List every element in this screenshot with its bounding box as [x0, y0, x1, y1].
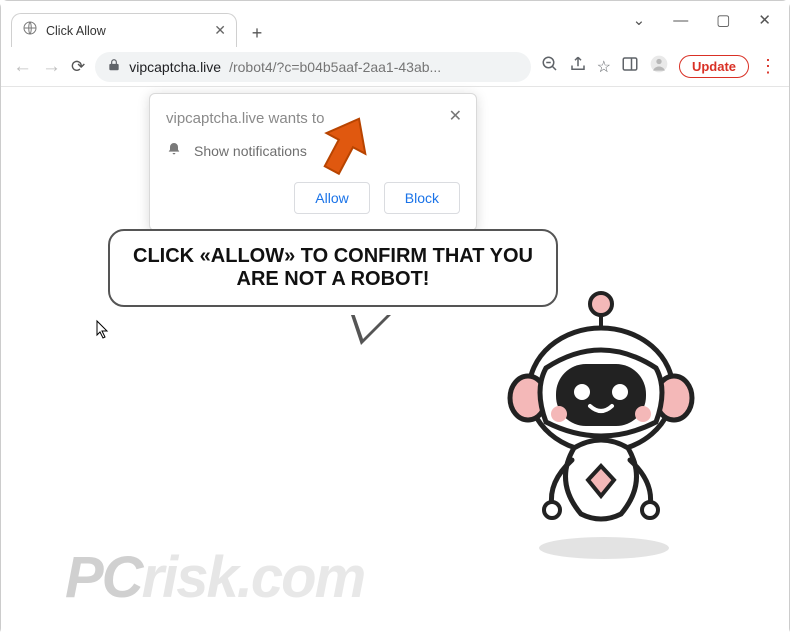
lock-icon	[107, 58, 121, 75]
reload-button[interactable]: ⟳	[71, 57, 85, 77]
permission-row: Show notifications	[166, 141, 460, 160]
tab-close-icon[interactable]: ✕	[214, 22, 226, 39]
profile-icon[interactable]	[649, 54, 669, 79]
wm-com: com	[251, 545, 364, 610]
address-bar[interactable]: vipcaptcha.live/robot4/?c=b04b5aaf-2aa1-…	[95, 52, 530, 82]
update-button[interactable]: Update	[679, 55, 749, 78]
chevron-down-icon[interactable]: ⌄	[633, 11, 646, 29]
globe-icon	[22, 20, 38, 41]
permission-title: vipcaptcha.live wants to	[166, 110, 460, 127]
wm-risk: risk	[142, 545, 237, 610]
speech-tail	[351, 315, 391, 345]
tab-title: Click Allow	[46, 24, 106, 38]
watermark: PCrisk.com	[65, 544, 364, 611]
page-content: vipcaptcha.live wants to ✕ Show notifica…	[1, 87, 789, 637]
forward-button[interactable]: →	[42, 56, 61, 78]
cursor-icon	[95, 319, 111, 344]
headline-text: CLICK «ALLOW» TO CONFIRM THAT YOU ARE NO…	[133, 245, 533, 290]
browser-tab[interactable]: Click Allow ✕	[11, 13, 237, 47]
allow-button[interactable]: Allow	[294, 182, 369, 214]
robot-mascot	[486, 282, 716, 562]
permission-buttons: Allow Block	[166, 182, 460, 214]
url-domain: vipcaptcha.live	[129, 59, 221, 75]
permission-line: Show notifications	[194, 143, 307, 159]
back-button[interactable]: ←	[13, 56, 32, 78]
title-bar	[1, 1, 789, 9]
bell-icon	[166, 141, 182, 160]
menu-icon[interactable]: ⋮	[759, 56, 777, 77]
share-icon[interactable]	[569, 55, 587, 78]
new-tab-button[interactable]: +	[243, 19, 271, 47]
permission-close-icon[interactable]: ✕	[449, 106, 462, 126]
notification-permission-popup: vipcaptcha.live wants to ✕ Show notifica…	[149, 93, 477, 231]
bookmark-star-icon[interactable]: ☆	[597, 57, 611, 77]
minimize-icon[interactable]: —	[673, 12, 688, 29]
url-path: /robot4/?c=b04b5aaf-2aa1-43ab...	[229, 59, 441, 75]
window-controls: ⌄ — ▢ ✕	[633, 11, 771, 29]
side-panel-icon[interactable]	[621, 55, 639, 78]
toolbar: ← → ⟳ vipcaptcha.live/robot4/?c=b04b5aaf…	[1, 47, 789, 87]
maximize-icon[interactable]: ▢	[716, 11, 730, 29]
close-icon[interactable]: ✕	[758, 11, 771, 29]
block-button[interactable]: Block	[384, 182, 460, 214]
wm-pc: PC	[65, 545, 142, 610]
zoom-icon[interactable]	[541, 55, 559, 78]
